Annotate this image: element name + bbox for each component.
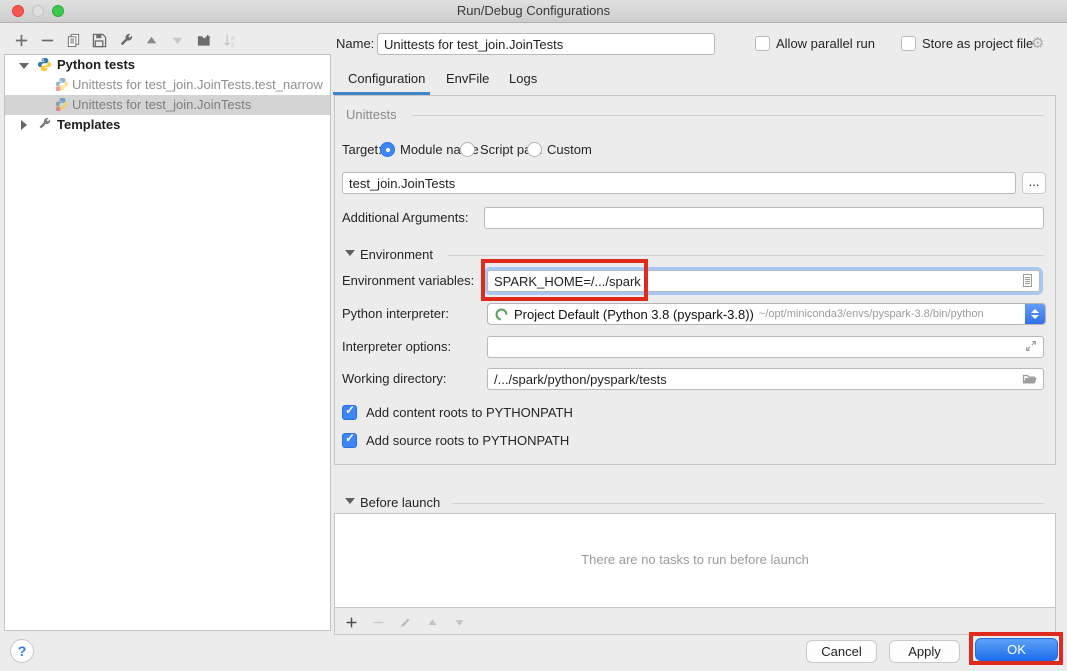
group-divider (452, 503, 1044, 504)
interpreter-path: ~/opt/miniconda3/envs/pyspark-3.8/bin/py… (759, 308, 984, 320)
gear-icon[interactable]: ⚙ (1031, 33, 1044, 55)
group-divider (412, 115, 1044, 116)
save-configuration-icon[interactable] (91, 32, 108, 49)
environment-variables-input[interactable] (487, 270, 1040, 292)
python-test-icon (55, 77, 71, 93)
remove-task-icon[interactable] (370, 614, 387, 631)
radio-custom-label: Custom (547, 139, 592, 161)
add-source-roots-checkbox[interactable] (342, 433, 357, 448)
copy-configuration-icon[interactable] (65, 32, 82, 49)
name-input[interactable] (377, 33, 715, 55)
working-directory-label: Working directory: (342, 368, 447, 390)
interpreter-options-label: Interpreter options: (342, 336, 451, 358)
before-launch-collapse-arrow-icon[interactable] (345, 498, 355, 504)
tree-item-templates[interactable]: Templates (5, 115, 330, 135)
tab-logs[interactable]: Logs (509, 71, 537, 86)
module-name-input[interactable] (342, 172, 1016, 194)
add-source-roots-label: Add source roots to PYTHONPATH (366, 430, 569, 452)
interpreter-name: Project Default (Python 3.8 (pyspark-3.8… (514, 307, 754, 322)
environment-collapse-arrow-icon[interactable] (345, 250, 355, 256)
tree-item-label: Unittests for test_join.JoinTests.test_n… (72, 75, 323, 95)
move-task-up-icon[interactable] (424, 614, 441, 631)
store-as-project-file-checkbox[interactable] (901, 36, 916, 51)
edit-defaults-wrench-icon[interactable] (117, 32, 134, 49)
svg-text:a: a (230, 35, 234, 42)
collapse-arrow-icon[interactable] (21, 120, 27, 130)
store-as-project-file-label: Store as project file (922, 33, 1033, 55)
tree-item-python-tests[interactable]: Python tests (5, 55, 330, 75)
task-list[interactable]: There are no tasks to run before launch (335, 514, 1055, 608)
environment-variables-field-wrap (487, 270, 1040, 292)
ok-button[interactable]: OK (975, 638, 1058, 661)
templates-wrench-icon (37, 117, 53, 133)
edit-task-pencil-icon[interactable] (397, 614, 414, 631)
add-configuration-icon[interactable] (13, 32, 30, 49)
group-divider (448, 255, 1044, 256)
python-icon (37, 57, 53, 73)
python-interpreter-select[interactable]: Project Default (Python 3.8 (pyspark-3.8… (487, 303, 1046, 325)
expand-arrow-icon[interactable] (19, 63, 29, 69)
sort-alphabetically-icon[interactable]: az (221, 32, 238, 49)
remove-configuration-icon[interactable] (39, 32, 56, 49)
working-directory-input[interactable] (487, 368, 1044, 390)
python-test-icon (55, 97, 71, 113)
add-content-roots-checkbox[interactable] (342, 405, 357, 420)
python-interpreter-label: Python interpreter: (342, 303, 449, 325)
target-label: Target: (342, 139, 382, 161)
additional-arguments-input[interactable] (484, 207, 1044, 229)
tree-item-label: Templates (57, 115, 120, 135)
environment-group-label: Environment (360, 244, 433, 266)
apply-button[interactable]: Apply (889, 640, 960, 663)
before-launch-panel: There are no tasks to run before launch (334, 513, 1056, 635)
move-up-icon[interactable] (143, 32, 160, 49)
radio-custom[interactable] (527, 142, 542, 157)
add-task-icon[interactable] (343, 614, 360, 631)
environment-variables-label: Environment variables: (342, 270, 474, 292)
configurations-toolbar: az (13, 32, 238, 49)
move-task-down-icon[interactable] (451, 614, 468, 631)
interpreter-options-input[interactable] (487, 336, 1044, 358)
task-toolbar (343, 614, 468, 631)
run-debug-configurations-dialog: Run/Debug Configurations az Python test (0, 0, 1067, 671)
help-button[interactable]: ? (10, 639, 34, 663)
tab-envfile[interactable]: EnvFile (446, 71, 489, 86)
tree-item-label: Python tests (57, 55, 135, 75)
tab-configuration[interactable]: Configuration (348, 71, 425, 86)
allow-parallel-run-checkbox[interactable] (755, 36, 770, 51)
tree-item-label: Unittests for test_join.JoinTests (72, 95, 251, 115)
titlebar: Run/Debug Configurations (0, 0, 1067, 23)
radio-module-name[interactable] (380, 142, 395, 157)
name-label: Name: (336, 33, 374, 55)
window-title: Run/Debug Configurations (0, 0, 1067, 22)
allow-parallel-run-label: Allow parallel run (776, 33, 875, 55)
move-down-icon[interactable] (169, 32, 186, 49)
unittests-group-label: Unittests (346, 104, 397, 126)
empty-task-text: There are no tasks to run before launch (335, 552, 1055, 567)
cancel-button[interactable]: Cancel (806, 640, 877, 663)
dropdown-arrows-icon[interactable] (1025, 303, 1045, 325)
browse-button[interactable]: ... (1022, 172, 1046, 194)
before-launch-label: Before launch (360, 492, 440, 514)
radio-script-path[interactable] (460, 142, 475, 157)
conda-environment-icon (494, 307, 509, 322)
svg-text:z: z (230, 42, 233, 48)
tree-item-unittest-narrow[interactable]: Unittests for test_join.JoinTests.test_n… (5, 75, 330, 95)
additional-arguments-label: Additional Arguments: (342, 207, 468, 229)
new-folder-icon[interactable] (195, 32, 212, 49)
tree-item-unittest-jointests-selected[interactable]: Unittests for test_join.JoinTests (5, 95, 330, 115)
add-content-roots-label: Add content roots to PYTHONPATH (366, 402, 573, 424)
configurations-tree: Python tests Unittests for test_join.Joi… (4, 54, 331, 631)
